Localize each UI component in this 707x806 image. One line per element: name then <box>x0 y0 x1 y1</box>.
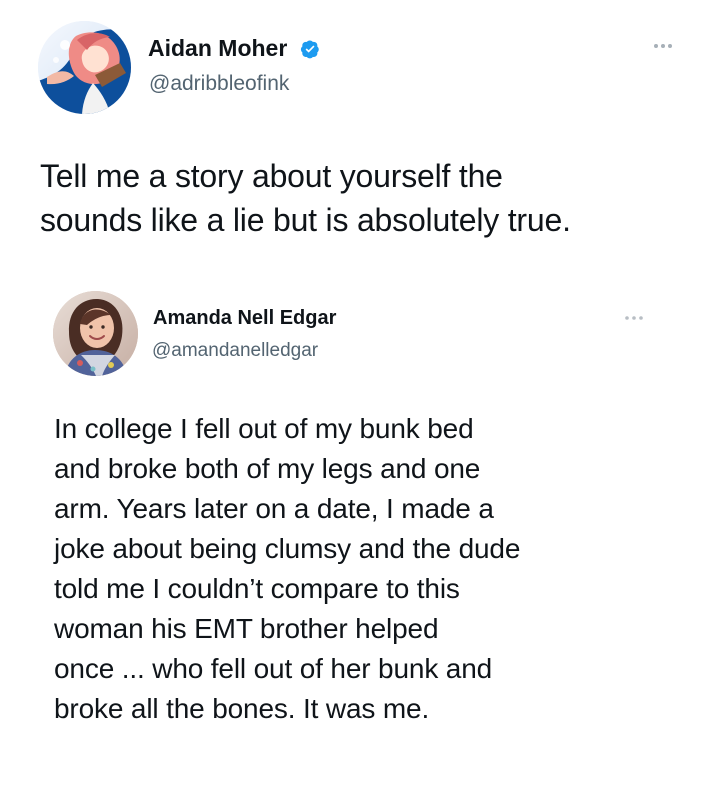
reply-text-line: arm. Years later on a date, I made a <box>54 493 494 524</box>
reply-text-line: joke about being clumsy and the dude <box>54 533 521 564</box>
reply-text-line: once ... who fell out of her bunk and <box>54 653 493 684</box>
more-options-icon[interactable] <box>649 37 677 55</box>
verified-badge-icon <box>300 39 320 59</box>
reply-text-line: woman his EMT brother helped <box>54 613 439 644</box>
tweet-text: Tell me a story about yourself the sound… <box>40 154 680 242</box>
author-handle[interactable]: @adribbleofink <box>149 73 289 94</box>
reply-text-line: broke all the bones. It was me. <box>54 693 430 724</box>
reply-tweet-text: In college I fell out of my bunk bed and… <box>54 409 644 729</box>
amanda-nell-edgar-avatar[interactable] <box>53 291 138 376</box>
reply-author-handle[interactable]: @amandanelledgar <box>152 341 318 360</box>
tweet-text-line: Tell me a story about yourself the <box>40 158 503 194</box>
reply-tweet: Amanda Nell Edgar @amandanelledgar In co… <box>0 280 707 806</box>
tweet-text-line: sounds like a lie but is absolutely true… <box>40 202 571 238</box>
main-tweet: Aidan Moher @adribbleofink Tell me a sto… <box>0 0 707 280</box>
more-options-icon[interactable] <box>620 309 648 327</box>
reply-author-name[interactable]: Amanda Nell Edgar <box>153 308 336 328</box>
author-name[interactable]: Aidan Moher <box>148 37 320 60</box>
aidan-moher-avatar[interactable] <box>38 21 131 114</box>
reply-text-line: In college I fell out of my bunk bed <box>54 413 474 444</box>
reply-text-line: and broke both of my legs and one <box>54 453 481 484</box>
reply-text-line: told me I couldn’t compare to this <box>54 573 460 604</box>
author-name-text[interactable]: Aidan Moher <box>148 35 287 61</box>
